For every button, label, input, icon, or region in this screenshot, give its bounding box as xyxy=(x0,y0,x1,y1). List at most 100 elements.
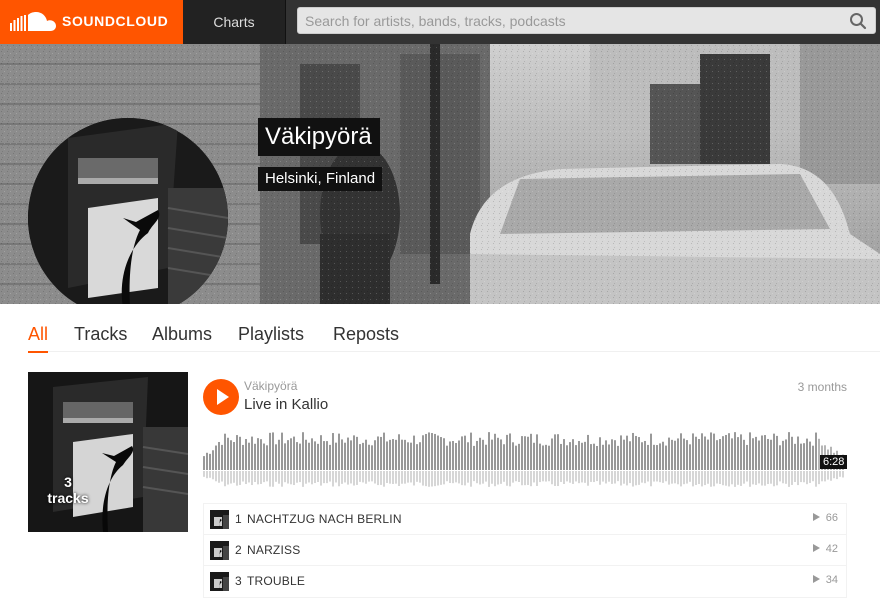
waveform-bar xyxy=(653,444,655,470)
waveform-bar xyxy=(407,442,409,470)
waveform-bar xyxy=(560,443,562,470)
waveform-reflection-bar xyxy=(578,471,580,484)
waveform-bar xyxy=(692,433,694,470)
waveform-reflection-bar xyxy=(488,471,490,487)
waveform-bar xyxy=(209,453,211,470)
top-bar: SOUNDCLOUD Charts xyxy=(0,0,880,44)
nav-charts-link[interactable]: Charts xyxy=(183,0,286,44)
search-icon[interactable] xyxy=(849,12,867,30)
waveform-bar xyxy=(305,439,307,470)
tab-playlists[interactable]: Playlists xyxy=(238,324,304,351)
waveform-bar xyxy=(341,439,343,470)
waveform-reflection-bar xyxy=(341,471,343,484)
waveform-reflection-bar xyxy=(428,471,430,487)
playlist-title[interactable]: Live in Kallio xyxy=(244,396,328,413)
track-title[interactable]: TROUBLE xyxy=(247,574,305,588)
waveform-reflection-bar xyxy=(500,471,502,484)
waveform-bar xyxy=(377,436,379,470)
profile-avatar[interactable] xyxy=(28,118,228,304)
track-thumbnail xyxy=(210,510,229,529)
waveform-reflection-bar xyxy=(512,471,514,483)
waveform-reflection-bar xyxy=(809,471,811,483)
waveform-reflection-bar xyxy=(557,471,559,487)
track-uploader[interactable]: Väkipyörä xyxy=(244,379,297,393)
waveform-bar xyxy=(272,432,274,470)
waveform-bar xyxy=(689,444,691,470)
waveform-bar xyxy=(539,443,541,470)
track-number: 1 xyxy=(235,512,242,526)
waveform-reflection-bar xyxy=(638,471,640,485)
waveform-bar xyxy=(221,444,223,470)
waveform-reflection-bar xyxy=(458,471,460,484)
waveform-bar xyxy=(698,439,700,470)
waveform-reflection-bar xyxy=(665,471,667,482)
waveform-reflection-bar xyxy=(539,471,541,483)
waveform-bar xyxy=(506,434,508,470)
search-input[interactable] xyxy=(298,8,838,33)
waveform-bar xyxy=(359,444,361,470)
waveform-reflection-bar xyxy=(608,471,610,482)
waveform-bar xyxy=(269,432,271,470)
waveform-reflection-bar xyxy=(266,471,268,482)
play-button[interactable] xyxy=(203,379,239,415)
waveform-bar xyxy=(413,435,415,470)
waveform-bar xyxy=(422,435,424,470)
waveform-reflection-bar xyxy=(728,471,730,487)
waveform-reflection-bar xyxy=(563,471,565,484)
waveform-reflection-bar xyxy=(431,471,433,487)
waveform-reflection-bar xyxy=(650,471,652,487)
waveform-bar xyxy=(650,433,652,470)
waveform-reflection-bar xyxy=(317,471,319,482)
waveform-bar xyxy=(761,435,763,470)
waveform-reflection-bar xyxy=(467,471,469,483)
waveform-reflection-bar xyxy=(530,471,532,487)
tab-all[interactable]: All xyxy=(28,324,49,353)
tab-albums[interactable]: Albums xyxy=(152,324,212,351)
track-title[interactable]: NARZISS xyxy=(247,543,300,557)
waveform-reflection-bar xyxy=(842,471,844,478)
waveform-reflection-bar xyxy=(548,471,550,482)
waveform-reflection-bar xyxy=(380,471,382,485)
playlist-artwork[interactable]: 3 tracks xyxy=(28,372,188,532)
waveform-reflection-bar xyxy=(566,471,568,482)
waveform-reflection-bar xyxy=(263,471,265,483)
waveform-bar xyxy=(434,433,436,470)
waveform-reflection-bar xyxy=(782,471,784,484)
waveform-bar xyxy=(743,439,745,470)
waveform-bar xyxy=(230,440,232,470)
waveform-bar xyxy=(416,444,418,470)
waveform-reflection-bar xyxy=(494,471,496,487)
waveform-reflection-bar xyxy=(221,471,223,482)
waveform-bar xyxy=(791,436,793,470)
tab-tracks[interactable]: Tracks xyxy=(74,324,127,351)
track-title[interactable]: NACHTZUG NACH BERLIN xyxy=(247,512,402,526)
tab-reposts[interactable]: Reposts xyxy=(333,324,399,351)
track-row[interactable]: 3 TROUBLE 34 xyxy=(204,566,846,597)
waveform-bar xyxy=(497,437,499,470)
waveform-reflection-bar xyxy=(251,471,253,486)
track-row[interactable]: 1 NACHTZUG NACH BERLIN 66 xyxy=(204,504,846,535)
waveform-reflection-bar xyxy=(392,471,394,484)
waveform[interactable] xyxy=(203,428,847,488)
waveform-reflection-bar xyxy=(464,471,466,486)
waveform-reflection-bar xyxy=(839,471,841,477)
waveform-reflection-bar xyxy=(416,471,418,482)
waveform-reflection-bar xyxy=(668,471,670,485)
waveform-bar xyxy=(578,441,580,470)
track-row[interactable]: 2 NARZISS 42 xyxy=(204,535,846,566)
soundcloud-logo[interactable]: SOUNDCLOUD xyxy=(0,0,183,44)
waveform-bar xyxy=(392,439,394,470)
waveform-reflection-bar xyxy=(830,471,832,481)
waveform-reflection-bar xyxy=(827,471,829,480)
waveform-reflection-bar xyxy=(794,471,796,482)
waveform-reflection-bar xyxy=(257,471,259,485)
waveform-bar xyxy=(710,432,712,470)
waveform-reflection-bar xyxy=(707,471,709,484)
waveform-reflection-bar xyxy=(326,471,328,484)
waveform-bar xyxy=(404,439,406,470)
waveform-reflection-bar xyxy=(497,471,499,485)
waveform-reflection-bar xyxy=(491,471,493,484)
waveform-bar xyxy=(746,444,748,470)
waveform-reflection-bar xyxy=(434,471,436,487)
waveform-reflection-bar xyxy=(551,471,553,485)
